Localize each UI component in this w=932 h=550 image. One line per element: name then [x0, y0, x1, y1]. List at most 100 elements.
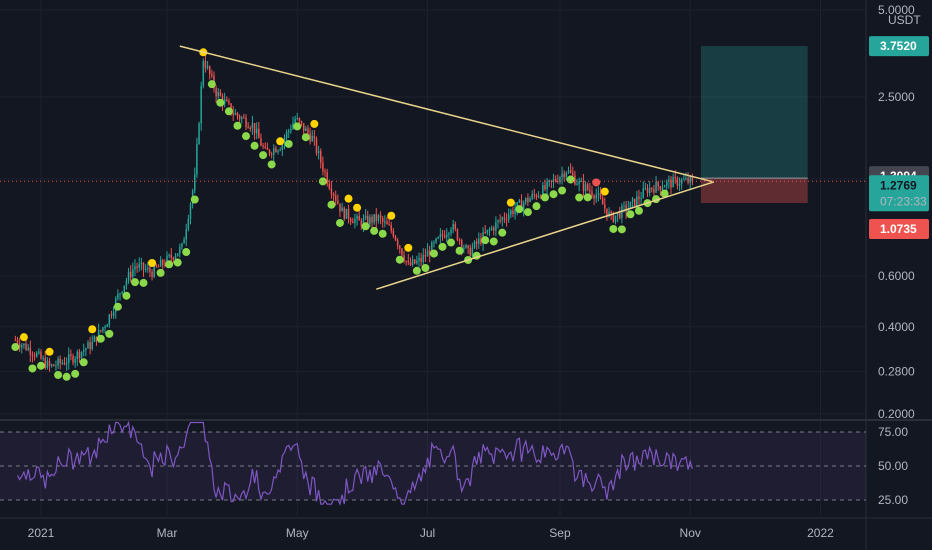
candle-body: [119, 293, 121, 295]
candle-body: [136, 266, 138, 268]
candle-body: [495, 222, 497, 231]
candle-body: [473, 241, 476, 248]
signal-marker: [532, 202, 541, 211]
signal-marker: [634, 206, 643, 215]
candle-body: [106, 324, 108, 328]
candle-body: [234, 113, 237, 115]
candle-body: [567, 170, 570, 173]
candle-body: [232, 113, 234, 115]
candle-body: [125, 280, 128, 286]
candle-body: [486, 229, 489, 233]
candle-body: [82, 350, 85, 352]
position-tool[interactable]: [700, 46, 808, 204]
target-price-tag-text: 3.7520: [880, 39, 917, 53]
candle-body: [629, 201, 632, 209]
candle-body: [527, 198, 529, 203]
signal-marker: [173, 258, 182, 267]
signal-marker: [523, 208, 532, 217]
candle-body: [219, 91, 222, 97]
candle-body: [251, 123, 254, 129]
signal-marker: [429, 249, 438, 258]
candle-body: [460, 240, 463, 249]
candle-body: [469, 247, 472, 256]
candle-body: [386, 221, 388, 225]
candle-body: [426, 250, 429, 257]
candle-body: [352, 221, 354, 224]
candle-body: [458, 239, 461, 241]
candle-body: [591, 191, 593, 196]
signal-marker: [79, 358, 88, 367]
candle-body: [390, 225, 392, 231]
candle-body: [642, 188, 644, 199]
candle-body: [138, 264, 140, 268]
candle-body: [584, 184, 587, 192]
rsi-pane[interactable]: [0, 420, 866, 506]
stop-zone[interactable]: [700, 178, 808, 204]
candle-body: [206, 66, 209, 68]
signal-marker: [28, 364, 37, 373]
candle-body: [371, 216, 373, 223]
candle-body: [586, 184, 589, 190]
target-price-tag[interactable]: 3.7520: [869, 36, 929, 57]
price-chart[interactable]: 5.00002.50001.30000.60000.40000.28000.20…: [0, 0, 932, 550]
candle-body: [249, 127, 252, 129]
candle-body: [31, 354, 34, 356]
candle-body: [672, 177, 674, 188]
candle-body: [503, 217, 506, 220]
candle-body: [589, 189, 591, 192]
stop-price-tag[interactable]: 1.0735: [869, 219, 929, 240]
candle-body: [689, 176, 691, 183]
candle-body: [245, 117, 247, 127]
candle-body: [623, 205, 625, 207]
candle-body: [38, 351, 40, 354]
time-tick-label: 2021: [28, 526, 55, 540]
quote-currency-label: USDT: [888, 13, 921, 27]
signal-marker: [447, 238, 456, 247]
candle-body: [518, 200, 521, 203]
candle-body: [238, 116, 241, 120]
candle-body: [264, 146, 266, 148]
signal-marker: [113, 302, 122, 311]
last-price-tag[interactable]: 1.2769 07:23:33: [869, 175, 929, 212]
candle-body: [155, 264, 158, 267]
candle-body: [322, 162, 324, 172]
rsi-level-label: 25.00: [878, 493, 908, 507]
candle-body: [465, 245, 467, 248]
candle-body: [149, 267, 151, 272]
candle-body: [255, 128, 258, 134]
signal-marker: [592, 178, 601, 187]
rsi-level-label: 50.00: [878, 459, 908, 473]
signal-marker: [353, 203, 362, 212]
candle-body: [260, 138, 262, 146]
candle-body: [211, 74, 213, 76]
rsi-level-label: 75.00: [878, 425, 908, 439]
candle-body: [416, 260, 418, 264]
candle-body: [275, 148, 277, 153]
candle-body: [452, 224, 454, 230]
signal-marker: [259, 151, 268, 160]
candle-body: [388, 224, 390, 226]
candle-body: [488, 229, 491, 231]
stop-price-tag-text: 1.0735: [880, 222, 917, 236]
candle-body: [23, 343, 25, 346]
signal-marker: [541, 193, 549, 202]
candle-body: [490, 227, 493, 230]
candle-body: [339, 203, 341, 212]
candle-body: [29, 347, 32, 355]
candle-body: [55, 365, 57, 367]
signal-marker: [575, 193, 584, 202]
target-zone[interactable]: [700, 46, 808, 179]
signal-marker: [182, 248, 191, 257]
candle-body: [307, 128, 309, 134]
candle-body: [396, 240, 399, 246]
candle-body: [298, 118, 301, 122]
signal-marker: [207, 80, 216, 89]
candle-body: [320, 151, 322, 163]
price-tick-label: 0.2800: [878, 365, 915, 379]
candle-body: [678, 184, 681, 186]
signal-marker: [481, 236, 490, 245]
candle-body: [33, 355, 36, 357]
signal-marker: [11, 343, 20, 352]
candle-body: [100, 330, 102, 332]
signal-marker: [71, 369, 80, 378]
